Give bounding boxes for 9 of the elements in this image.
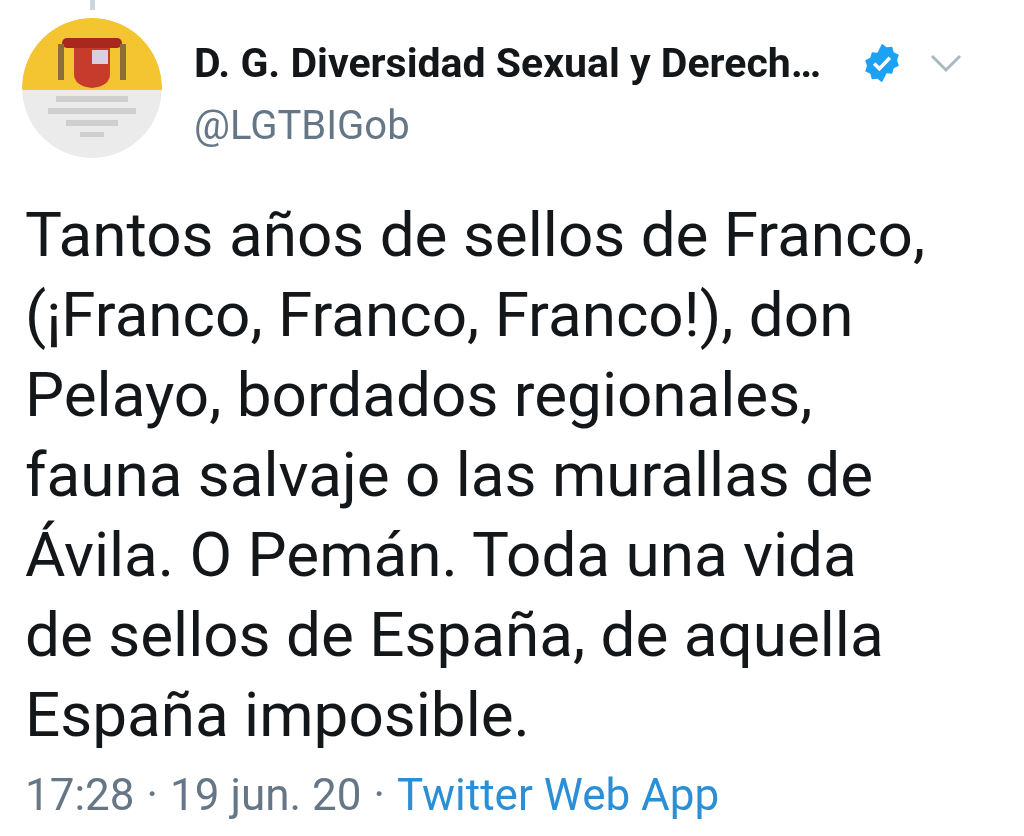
- separator-dot: ·: [146, 769, 159, 821]
- chevron-down-icon[interactable]: [929, 52, 964, 74]
- account-handle[interactable]: @LGTBIGob: [194, 102, 410, 149]
- source-link[interactable]: Twitter Web App: [397, 769, 720, 821]
- tweet-text: Tantos años de sellos de Franco, (¡Franco, Franco, Franco!), don Pelayo, bordados regionales, fauna salvaje o las murallas de Ávila. O Pemán. Toda una vida de sellos de España, de aquella España imposible.: [25, 197, 927, 753]
- tweet-time: 17:28: [25, 769, 135, 821]
- account-name[interactable]: D. G. Diversidad Sexual y Derech…: [194, 39, 822, 87]
- separator-dot: ·: [373, 769, 385, 821]
- tweet-date: 19 jun. 20: [170, 769, 362, 821]
